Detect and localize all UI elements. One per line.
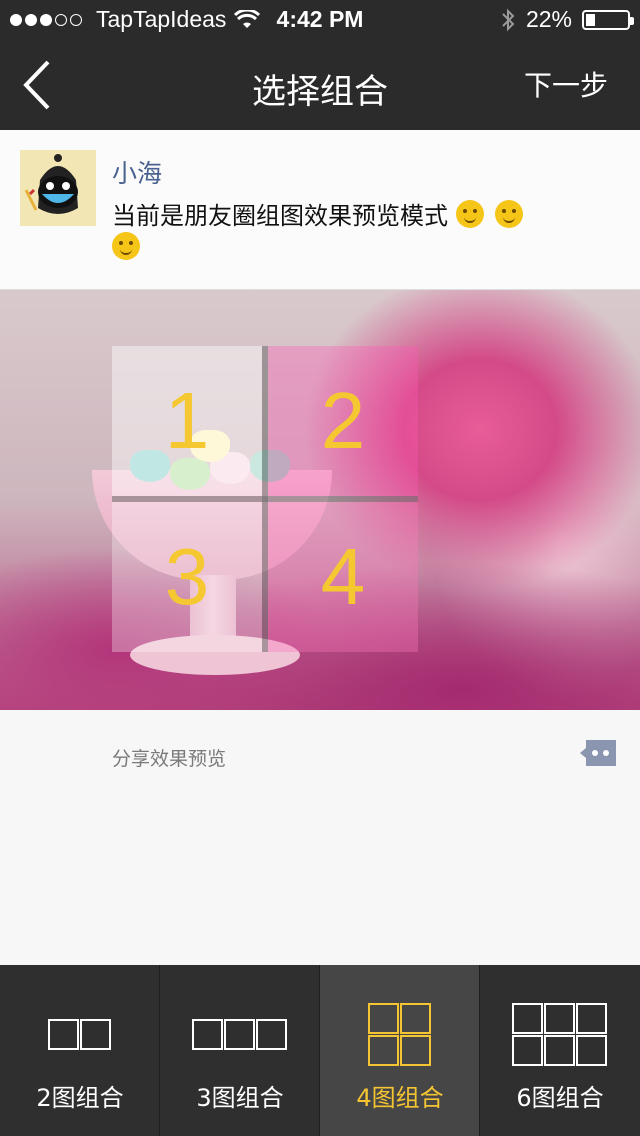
post-text: 当前是朋友圈组图效果预览模式: [112, 202, 448, 230]
battery-icon: [582, 9, 634, 30]
tab-3-image-layout[interactable]: 3图组合: [160, 965, 320, 1136]
tab-4-image-layout[interactable]: 4图组合: [320, 965, 480, 1136]
wifi-icon: [234, 9, 261, 28]
post-username[interactable]: 小海: [112, 154, 162, 190]
three-grid-icon: [160, 985, 320, 1085]
grid-cell-3[interactable]: 3: [112, 502, 262, 652]
six-grid-icon: [480, 985, 640, 1085]
grid-cell-1[interactable]: 1: [112, 346, 262, 496]
comment-icon[interactable]: [578, 738, 618, 768]
avatar-ninja-icon: [20, 150, 96, 226]
two-grid-icon: [0, 985, 160, 1085]
tab-label: 6图组合: [516, 1084, 604, 1112]
tab-label: 2图组合: [36, 1084, 124, 1112]
status-bar: TapTapIdeas 4:42 PM 22%: [0, 0, 640, 40]
status-left: TapTapIdeas: [10, 6, 261, 33]
navigation-bar: 选择组合 下一步: [0, 40, 640, 130]
tab-label: 4图组合: [356, 1084, 444, 1112]
tab-2-image-layout[interactable]: 2图组合: [0, 965, 160, 1136]
thinking-emoji-icon: [495, 200, 524, 228]
battery-fill: [586, 13, 595, 26]
grid-cell-4[interactable]: 4: [268, 502, 418, 652]
four-grid-icon: [320, 985, 480, 1085]
carrier-name: TapTapIdeas: [96, 6, 227, 32]
next-step-button[interactable]: 下一步: [524, 64, 608, 104]
signal-strength-icon: [10, 13, 82, 26]
avatar[interactable]: [20, 150, 96, 226]
post-text-block: 当前是朋友圈组图效果预览模式: [112, 200, 552, 264]
tab-6-image-layout[interactable]: 6图组合: [480, 965, 640, 1136]
back-button[interactable]: [18, 58, 58, 112]
tab-label: 3图组合: [196, 1084, 284, 1112]
battery-percent: 22%: [525, 6, 572, 32]
bluetooth-icon: [502, 8, 515, 31]
grid-cell-2[interactable]: 2: [268, 346, 418, 496]
grid-divider-horizontal: [112, 496, 418, 502]
thinking-emoji-icon: [455, 200, 484, 228]
thinking-emoji-icon: [112, 232, 140, 260]
layout-tab-bar: 2图组合 3图组合 4图组合 6图组合: [0, 965, 640, 1136]
post-preview: 小海 当前是朋友圈组图效果预览模式: [0, 130, 640, 290]
status-right: 22%: [500, 6, 634, 33]
share-preview-label: 分享效果预览: [112, 748, 227, 770]
grid-overlay: 1 2 3 4: [112, 346, 418, 652]
